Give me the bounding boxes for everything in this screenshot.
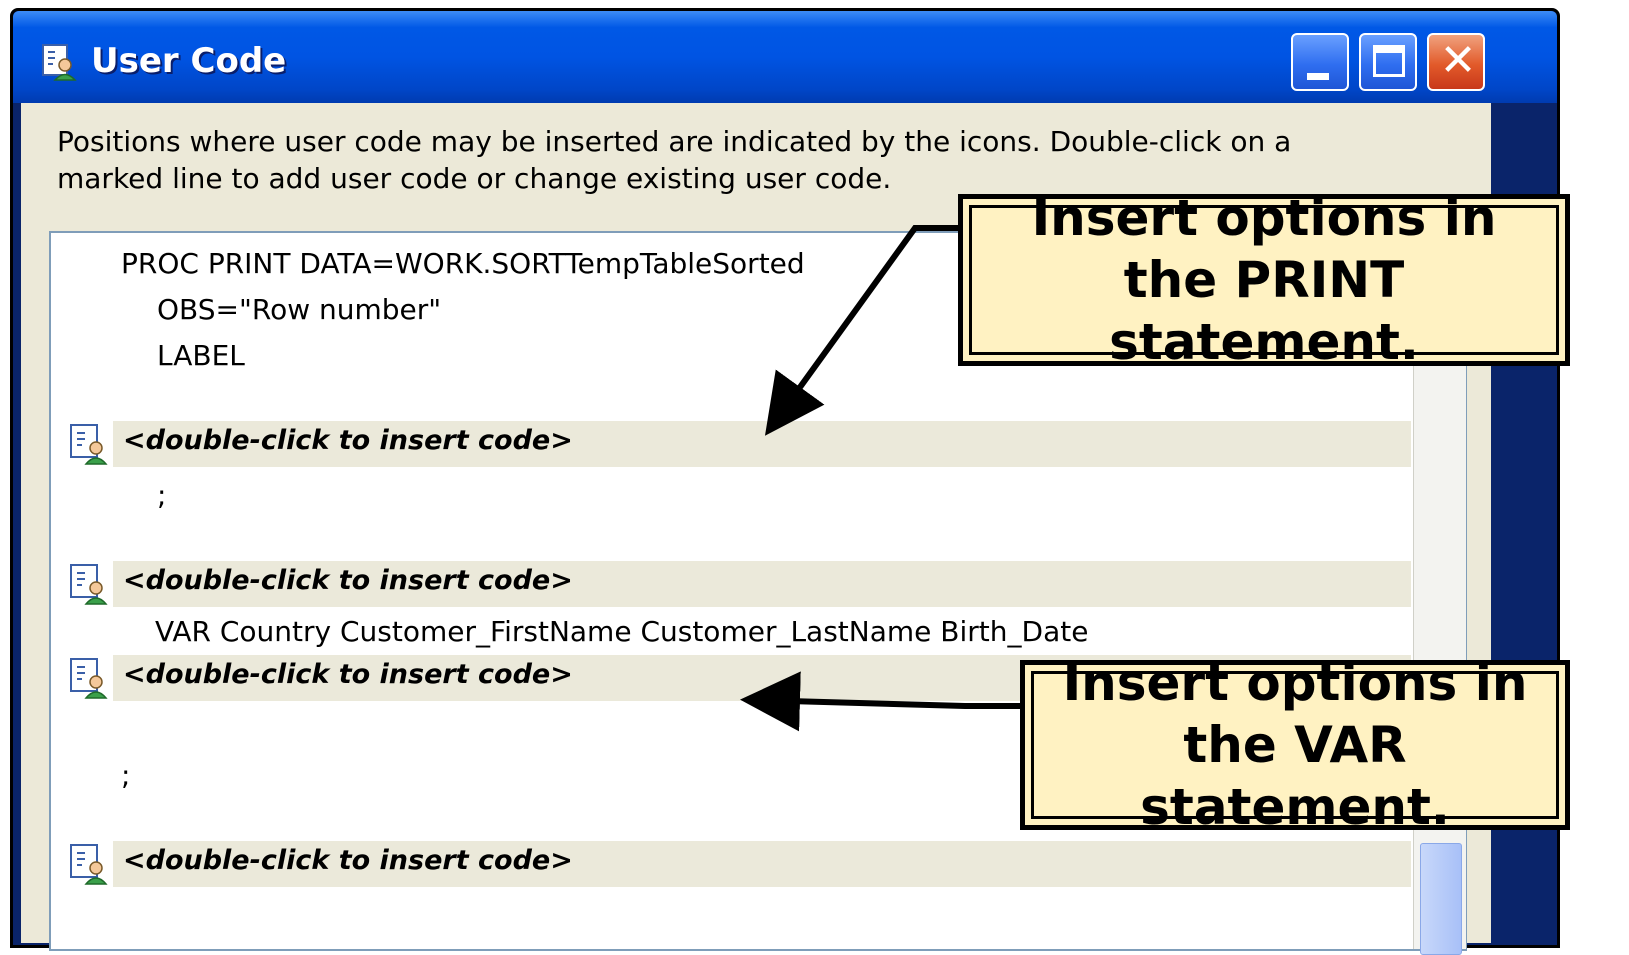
insert-code-line[interactable]: <double-click to insert code> xyxy=(113,561,1411,607)
callout-var-line-2: the VAR statement. xyxy=(1140,716,1450,836)
callout-print-statement: Insert options in the PRINT statement. xyxy=(958,189,1570,371)
callout-print-line-1: Insert options in xyxy=(1031,189,1497,247)
close-icon: ✕ xyxy=(1439,35,1477,86)
maximize-button[interactable] xyxy=(1359,33,1417,91)
callout-print-line-2: the PRINT statement. xyxy=(1109,251,1419,371)
insert-code-line[interactable]: <double-click to insert code> xyxy=(113,421,1411,467)
callout-var-statement: Insert options in the VAR statement. xyxy=(1020,654,1570,836)
maximize-icon xyxy=(1373,45,1405,77)
scrollbar-thumb[interactable] xyxy=(1420,843,1462,955)
instructions-line-1: Positions where user code may be inserte… xyxy=(57,125,1292,158)
user-code-icon[interactable] xyxy=(69,657,109,699)
callout-var-line-1: Insert options in xyxy=(1062,654,1528,712)
instructions-text: Positions where user code may be inserte… xyxy=(57,123,1417,197)
window-title: User Code xyxy=(91,41,287,81)
user-code-icon xyxy=(42,44,77,81)
user-code-icon[interactable] xyxy=(69,843,109,885)
insert-code-line[interactable]: <double-click to insert code> xyxy=(113,841,1411,887)
minimize-icon xyxy=(1307,73,1329,80)
close-button[interactable]: ✕ xyxy=(1427,33,1485,91)
user-code-icon[interactable] xyxy=(69,563,109,605)
minimize-button[interactable] xyxy=(1291,33,1349,91)
user-code-icon[interactable] xyxy=(69,423,109,465)
title-bar[interactable]: User Code ✕ xyxy=(13,11,1557,103)
